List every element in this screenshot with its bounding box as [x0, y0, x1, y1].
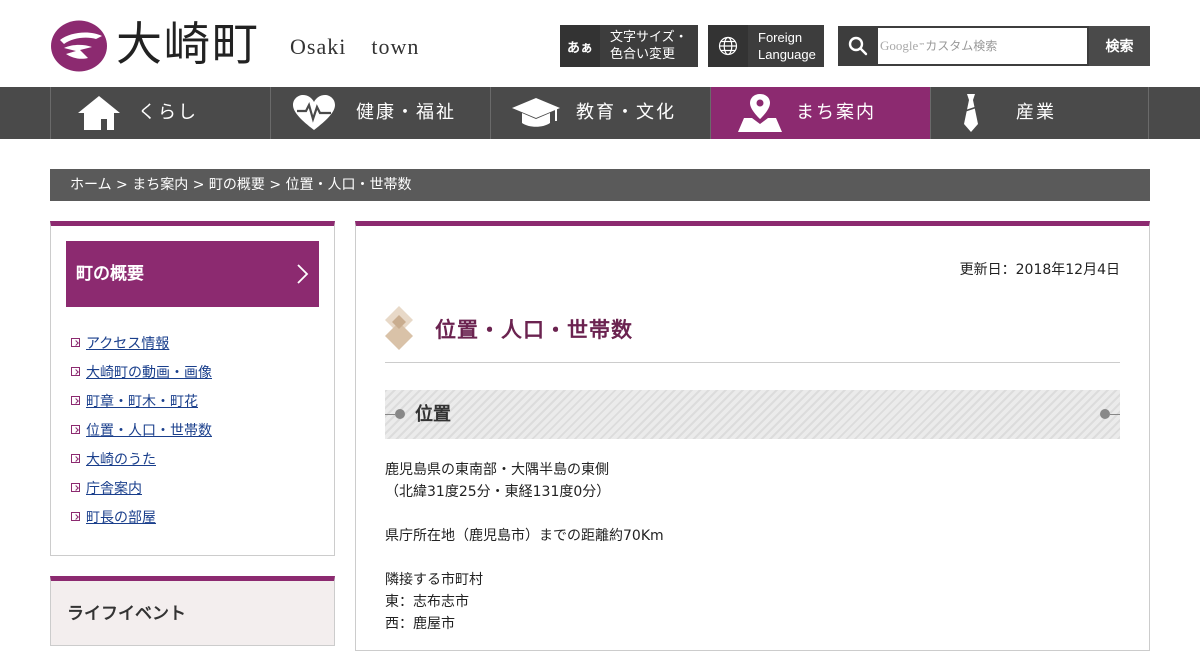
sidebar-link-videos[interactable]: 大崎町の動画・画像	[86, 362, 212, 382]
font-size-label-line1: 文字サイズ・	[610, 30, 688, 45]
house-icon	[76, 92, 122, 134]
global-nav: くらし 健康・福祉 教育・文化 まち案内 産業	[0, 87, 1200, 139]
breadcrumb-town-guide[interactable]: まち案内	[132, 177, 188, 193]
bullet-arrow-icon	[71, 454, 80, 463]
site-search: Google™カスタム検索 検索	[838, 26, 1150, 66]
bullet-dot-icon	[395, 409, 405, 419]
sidebar-item: 庁舎案内	[71, 473, 212, 502]
nav-label: くらし	[138, 102, 198, 123]
sidebar-link-mayor[interactable]: 町長の部屋	[86, 507, 156, 527]
font-size-icon: あぁ	[560, 25, 600, 67]
site-logo-subtitle: Osaki town	[290, 34, 420, 59]
sidebar-link-song[interactable]: 大崎のうた	[86, 449, 156, 469]
graduation-cap-icon	[511, 92, 561, 134]
page-title-block: 位置・人口・世帯数	[385, 306, 1120, 363]
sidebar-item: 町長の部屋	[71, 502, 212, 531]
search-icon	[838, 26, 878, 66]
sidebar-item: 大崎のうた	[71, 444, 212, 473]
body-line: 県庁所在地（鹿児島市）までの距離約70Km	[385, 528, 664, 544]
breadcrumb: ホーム > まち案内 > 町の概要 > 位置・人口・世帯数	[50, 169, 1150, 201]
body-line: （北緯31度25分・東経131度0分）	[385, 484, 611, 500]
main-content: 更新日：2018年12月4日 位置・人口・世帯数 位置 鹿児島県の東南部・大隅半…	[355, 221, 1150, 651]
font-size-color-button[interactable]: あぁ 文字サイズ・ 色合い変更	[560, 25, 698, 67]
bullet-arrow-icon	[71, 338, 80, 347]
sidebar-item: アクセス情報	[71, 328, 212, 357]
bullet-arrow-icon	[71, 396, 80, 405]
foreign-label-line2: Language	[758, 47, 816, 62]
nav-label: 産業	[1016, 102, 1056, 123]
sidebar-item: 町章・町木・町花	[71, 386, 212, 415]
bullet-arrow-icon	[71, 425, 80, 434]
diamond-icon	[385, 306, 413, 350]
body-line: 隣接する市町村	[385, 572, 483, 588]
breadcrumb-current: 位置・人口・世帯数	[285, 177, 412, 193]
bullet-dot-icon	[1100, 409, 1110, 419]
section-heading: 位置	[385, 390, 1120, 439]
breadcrumb-sep: >	[116, 177, 128, 193]
sidebar-link-office[interactable]: 庁舎案内	[86, 478, 142, 498]
town-emblem-icon[interactable]	[50, 20, 108, 72]
heartbeat-icon	[291, 92, 337, 134]
sidebar-list: アクセス情報 大崎町の動画・画像 町章・町木・町花 位置・人口・世帯数 大崎のう…	[71, 328, 212, 531]
sidebar-link-symbols[interactable]: 町章・町木・町花	[86, 391, 198, 411]
sidebar-title: 町の概要	[76, 264, 144, 284]
body-line: 東：志布志市	[385, 594, 469, 610]
search-button[interactable]: 検索	[1089, 26, 1150, 66]
life-event-title[interactable]: ライフイベント	[67, 599, 186, 624]
sidebar-link-population[interactable]: 位置・人口・世帯数	[86, 420, 212, 440]
nav-item-health[interactable]: 健康・福祉	[270, 87, 490, 139]
body-line: 西：鹿屋市	[385, 616, 455, 632]
site-logo-title[interactable]: 大崎町	[116, 14, 260, 74]
bullet-arrow-icon	[71, 483, 80, 492]
breadcrumb-home[interactable]: ホーム	[70, 177, 112, 193]
section-body: 鹿児島県の東南部・大隅半島の東側 （北緯31度25分・東経131度0分） 県庁所…	[385, 459, 1120, 635]
foreign-language-button[interactable]: Foreign Language	[708, 25, 824, 67]
body-line: 鹿児島県の東南部・大隅半島の東側	[385, 462, 609, 478]
nav-label: まち案内	[796, 102, 876, 123]
font-size-label-line2: 色合い変更	[610, 47, 676, 62]
updated-date: 更新日：2018年12月4日	[959, 262, 1120, 278]
sidebar-link-access[interactable]: アクセス情報	[86, 333, 169, 353]
necktie-icon	[959, 92, 983, 134]
breadcrumb-sep: >	[192, 177, 205, 193]
sidebar-item: 位置・人口・世帯数	[71, 415, 212, 444]
nav-item-industry[interactable]: 産業	[930, 87, 1149, 139]
map-pin-icon	[736, 92, 784, 134]
page-title: 位置・人口・世帯数	[435, 318, 633, 342]
life-event-box: ライフイベント	[50, 576, 335, 646]
foreign-label-line1: Foreign	[758, 30, 803, 45]
breadcrumb-town-overview[interactable]: 町の概要	[209, 177, 265, 193]
bullet-arrow-icon	[71, 512, 80, 521]
chevron-right-icon	[297, 264, 309, 284]
search-input[interactable]	[878, 28, 1087, 64]
site-header: 大崎町 Osaki town あぁ 文字サイズ・ 色合い変更 Foreign L…	[0, 0, 1200, 87]
sidebar-title-link[interactable]: 町の概要	[66, 241, 319, 307]
section-title: 位置	[415, 404, 451, 425]
bullet-arrow-icon	[71, 367, 80, 376]
nav-label: 教育・文化	[576, 102, 676, 123]
sidebar-item: 大崎町の動画・画像	[71, 357, 212, 386]
nav-item-town-guide[interactable]: まち案内	[710, 87, 930, 139]
globe-icon	[708, 25, 748, 67]
nav-item-kurashi[interactable]: くらし	[50, 87, 270, 139]
sidebar-menu: 町の概要 アクセス情報 大崎町の動画・画像 町章・町木・町花 位置・人口・世帯数…	[50, 221, 335, 556]
nav-item-education[interactable]: 教育・文化	[490, 87, 710, 139]
breadcrumb-sep: >	[269, 177, 282, 193]
nav-label: 健康・福祉	[356, 102, 456, 123]
